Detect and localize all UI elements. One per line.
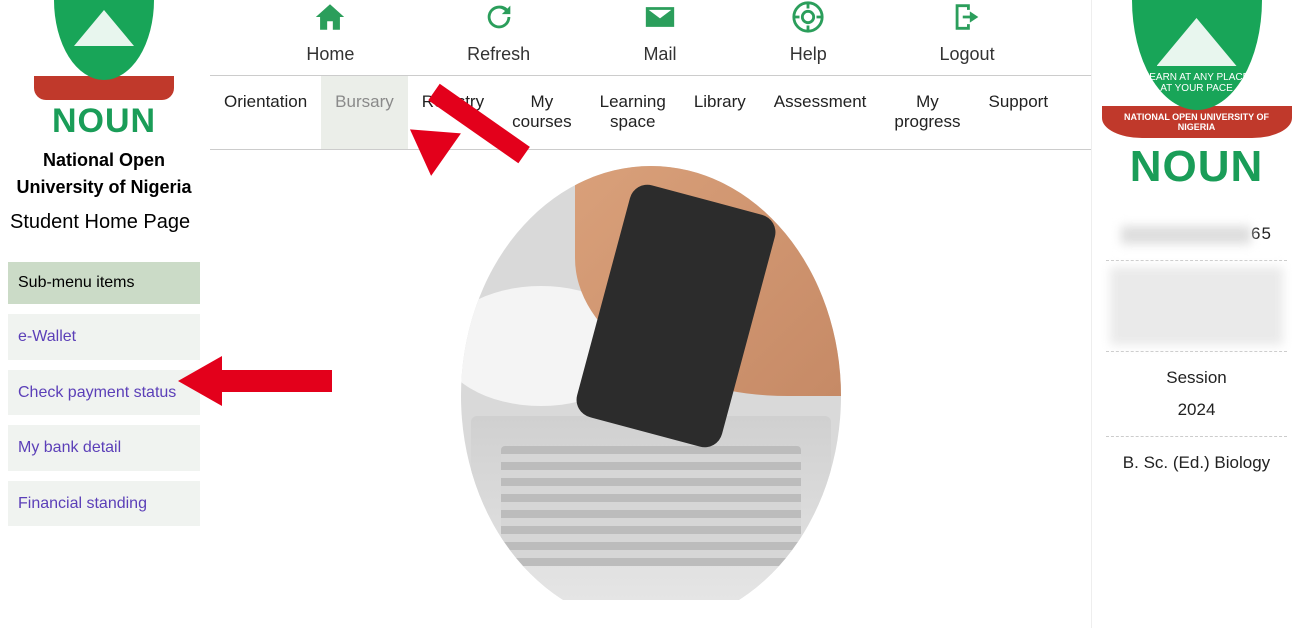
- left-sidebar: NOUN National Open University of Nigeria…: [0, 0, 210, 628]
- tab-assessment[interactable]: Assessment: [760, 76, 881, 149]
- logo-tagline: LEARN AT ANY PLACE AT YOUR PACE: [1132, 72, 1262, 94]
- nav-logout[interactable]: Logout: [940, 0, 995, 65]
- tab-orientation[interactable]: Orientation: [210, 76, 321, 149]
- refresh-icon: [467, 0, 530, 40]
- right-sep-2: [1106, 351, 1287, 352]
- right-sep-3: [1106, 436, 1287, 437]
- top-icon-bar: Home Refresh Mail Help: [210, 0, 1091, 71]
- matric-number: 65: [1096, 212, 1297, 256]
- right-sidebar: LEARN AT ANY PLACE AT YOUR PACE NATIONAL…: [1091, 0, 1301, 628]
- nav-refresh[interactable]: Refresh: [467, 0, 530, 65]
- help-icon: [790, 0, 827, 40]
- nav-mail-label: Mail: [643, 44, 676, 64]
- university-name: National Open University of Nigeria: [8, 147, 200, 201]
- logout-icon: [940, 0, 995, 40]
- nav-refresh-label: Refresh: [467, 44, 530, 64]
- logo-ribbon-text: NATIONAL OPEN UNIVERSITY OF NIGERIA: [1102, 106, 1292, 138]
- submenu-ewallet[interactable]: e-Wallet: [8, 314, 200, 360]
- matric-number-suffix: 65: [1251, 224, 1272, 243]
- hero-image: [461, 166, 841, 600]
- nav-logout-label: Logout: [940, 44, 995, 64]
- page-title: Student Home Page: [10, 211, 200, 234]
- student-name-redacted: [1110, 267, 1283, 345]
- submenu-header: Sub-menu items: [8, 262, 200, 304]
- session-label: Session: [1096, 356, 1297, 400]
- matric-number-redacted: [1121, 226, 1251, 244]
- nav-help[interactable]: Help: [790, 0, 827, 65]
- noun-logo-large: LEARN AT ANY PLACE AT YOUR PACE NATIONAL…: [1096, 0, 1297, 192]
- nav-help-label: Help: [790, 44, 827, 64]
- home-icon: [306, 0, 354, 40]
- programme-of-study: B. Sc. (Ed.) Biology: [1096, 441, 1297, 485]
- nav-mail[interactable]: Mail: [643, 0, 677, 65]
- tab-library[interactable]: Library: [680, 76, 760, 149]
- tab-learning-space[interactable]: Learning space: [586, 76, 680, 149]
- submenu-financial-standing[interactable]: Financial standing: [8, 481, 200, 527]
- session-value: 2024: [1096, 400, 1297, 432]
- submenu-my-bank-detail[interactable]: My bank detail: [8, 425, 200, 471]
- nav-home[interactable]: Home: [306, 0, 354, 65]
- mail-icon: [643, 0, 677, 40]
- main-content: Home Refresh Mail Help: [210, 0, 1091, 628]
- tab-my-progress[interactable]: My progress: [880, 76, 974, 149]
- tab-support[interactable]: Support: [975, 76, 1063, 149]
- bursary-submenu: Sub-menu items e-Wallet Check payment st…: [8, 262, 200, 526]
- noun-logo-shield: [54, 0, 154, 80]
- content-scroll-area[interactable]: [210, 150, 1091, 600]
- noun-logo-text: NOUN: [8, 102, 200, 141]
- noun-logo-text-large: NOUN: [1096, 142, 1297, 192]
- submenu-check-payment-status[interactable]: Check payment status: [8, 370, 200, 416]
- nav-home-label: Home: [306, 44, 354, 64]
- right-sep-1: [1106, 260, 1287, 261]
- main-tabs: Orientation Bursary Registry My courses …: [210, 76, 1091, 150]
- tab-bursary[interactable]: Bursary: [321, 76, 408, 149]
